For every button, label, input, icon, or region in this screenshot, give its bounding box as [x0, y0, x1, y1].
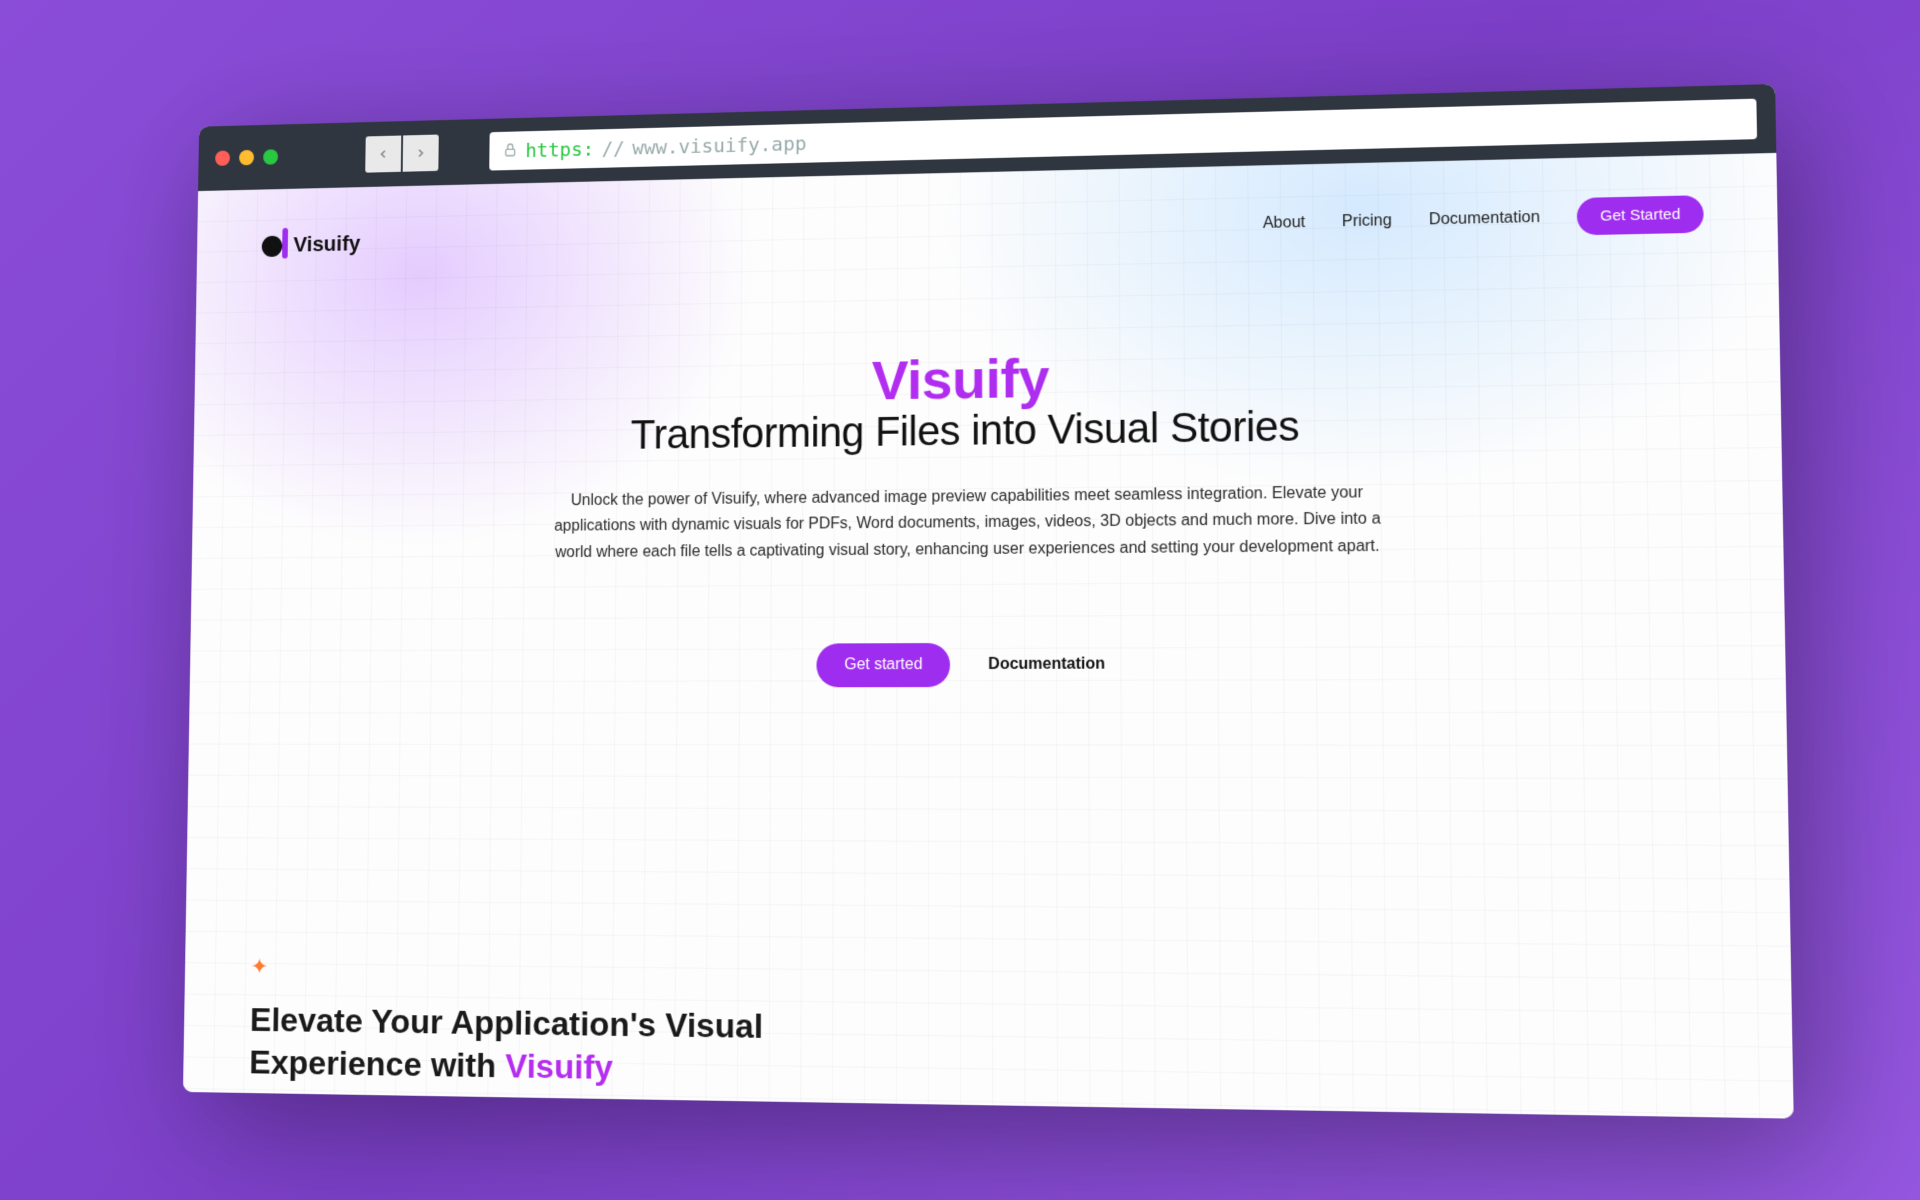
nav-link-documentation[interactable]: Documentation	[1429, 208, 1540, 228]
back-button[interactable]	[365, 136, 401, 173]
page-viewport: Visuify About Pricing Documentation Get …	[183, 153, 1794, 1119]
features-heading-line2-pre: Experience with	[249, 1043, 506, 1085]
nav-buttons	[365, 135, 439, 173]
nav-link-about[interactable]: About	[1263, 214, 1306, 233]
brand-logo[interactable]: Visuify	[262, 230, 361, 259]
hero-section: Visuify Transforming Files into Visual S…	[482, 339, 1459, 688]
maximize-icon[interactable]	[263, 149, 278, 165]
sparkle-icon: ✦	[251, 954, 764, 985]
features-heading-section: ✦ Elevate Your Application's Visual Expe…	[249, 954, 763, 1091]
get-started-button[interactable]: Get Started	[1577, 195, 1704, 235]
url-protocol: https:	[525, 137, 594, 162]
close-icon[interactable]	[215, 150, 230, 166]
site-header: Visuify About Pricing Documentation Get …	[262, 195, 1704, 263]
nav-link-pricing[interactable]: Pricing	[1342, 212, 1392, 231]
brand-mark-icon	[262, 231, 288, 258]
nav-links: About Pricing Documentation Get Started	[1263, 195, 1704, 242]
hero-ctas: Get started Documentation	[482, 641, 1459, 688]
hero-description: Unlock the power of Visuify, where advan…	[541, 480, 1396, 566]
features-heading-accent: Visuify	[505, 1047, 613, 1087]
forward-button[interactable]	[403, 135, 439, 172]
window-controls	[215, 149, 278, 166]
brand-name: Visuify	[293, 231, 360, 257]
chevron-right-icon	[414, 146, 427, 160]
hero-get-started-button[interactable]: Get started	[817, 643, 951, 687]
url-host: www.visuify.app	[632, 132, 806, 160]
minimize-icon[interactable]	[239, 150, 254, 166]
chevron-left-icon	[377, 147, 390, 161]
features-heading: Elevate Your Application's Visual Experi…	[249, 999, 763, 1091]
features-heading-line1: Elevate Your Application's Visual	[250, 1001, 763, 1046]
browser-window: https: // www.visuify.app Visuify About Pr…	[183, 84, 1794, 1119]
lock-icon	[503, 139, 518, 162]
hero-documentation-link[interactable]: Documentation	[988, 656, 1105, 674]
url-separator: //	[602, 136, 625, 160]
